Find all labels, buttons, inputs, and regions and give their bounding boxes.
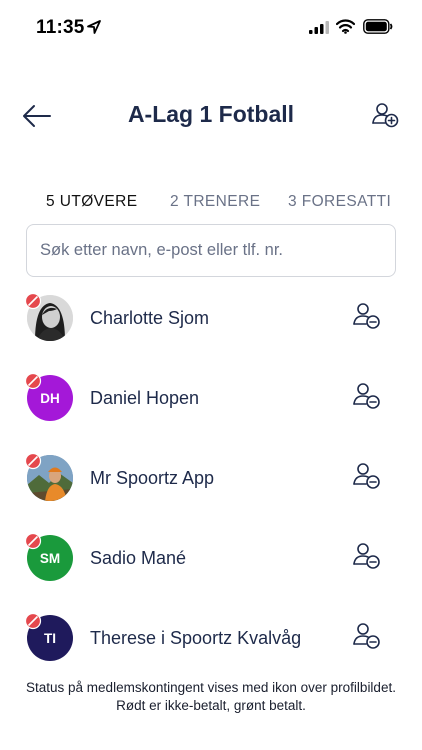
not-paid-status-icon — [24, 452, 42, 470]
remove-user-icon[interactable] — [352, 302, 382, 330]
tab-coaches[interactable]: 2 TRENERE — [170, 193, 260, 211]
member-row[interactable]: Charlotte Sjom — [0, 292, 422, 351]
not-paid-status-icon — [24, 372, 42, 390]
remove-user-icon[interactable] — [352, 462, 382, 490]
status-bar: 11:35 — [0, 0, 422, 54]
avatar-initials: TI — [44, 630, 56, 646]
page-title: A-Lag 1 Fotball — [127, 101, 295, 127]
member-name: Charlotte Sjom — [90, 308, 210, 328]
battery-icon — [363, 19, 393, 34]
not-paid-status-icon — [24, 292, 42, 310]
wifi-icon — [336, 19, 355, 34]
location-arrow-icon — [87, 20, 101, 34]
member-row[interactable]: SM Sadio Mané — [0, 532, 422, 591]
not-paid-status-icon — [24, 612, 42, 630]
tab-guardians[interactable]: 3 FORESATTI — [288, 193, 391, 211]
member-name: Therese i Spoortz Kvalvåg — [90, 628, 302, 648]
remove-user-icon[interactable] — [352, 622, 382, 650]
member-row[interactable]: DH Daniel Hopen — [0, 372, 422, 431]
member-row[interactable]: Mr Spoortz App — [0, 452, 422, 511]
add-user-icon[interactable] — [371, 102, 399, 128]
payment-status-footnote: Status på medlemskontingent vises med ik… — [26, 680, 396, 713]
status-time: 11:35 — [36, 17, 85, 38]
member-name: Sadio Mané — [90, 548, 187, 568]
avatar-initials: SM — [39, 550, 61, 566]
search-input[interactable] — [26, 224, 396, 277]
tab-athletes[interactable]: 5 UTØVERE — [46, 193, 137, 211]
remove-user-icon[interactable] — [352, 542, 382, 570]
avatar-initials: DH — [40, 390, 60, 406]
remove-user-icon[interactable] — [352, 382, 382, 410]
cellular-signal-icon — [309, 21, 329, 34]
member-name: Mr Spoortz App — [90, 468, 215, 488]
member-row[interactable]: TI Therese i Spoortz Kvalvåg — [0, 612, 422, 671]
member-name: Daniel Hopen — [90, 388, 200, 408]
not-paid-status-icon — [24, 532, 42, 550]
